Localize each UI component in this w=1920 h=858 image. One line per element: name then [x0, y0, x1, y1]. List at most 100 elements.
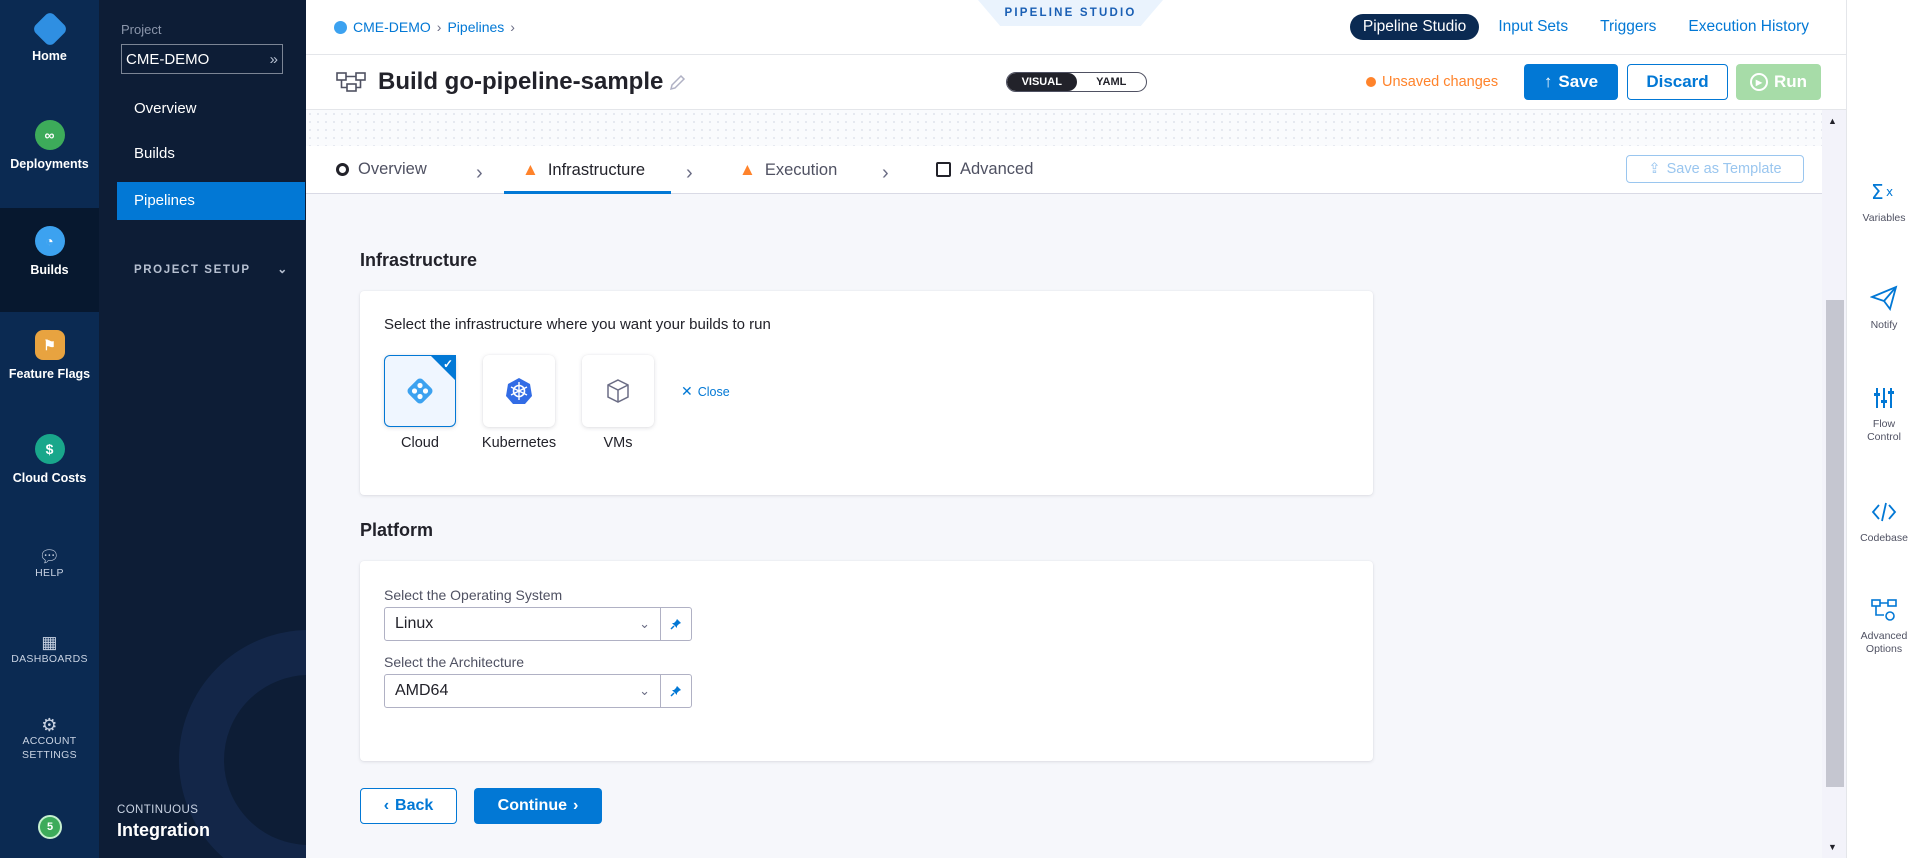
- account-label-2: SETTINGS: [22, 749, 77, 761]
- breadcrumb-project[interactable]: CME-DEMO: [353, 19, 431, 35]
- nav-builds-label: Builds: [30, 263, 69, 277]
- nav-cloud-costs[interactable]: $ Cloud Costs: [0, 434, 99, 504]
- svg-text:Σ: Σ: [1871, 180, 1884, 204]
- play-icon: ▶: [1749, 73, 1768, 91]
- chevron-right-icon: ›: [882, 162, 889, 184]
- scroll-down-arrow-icon[interactable]: ▼: [1828, 842, 1837, 852]
- pipeline-icon: [336, 72, 366, 92]
- kubernetes-icon: [506, 378, 532, 404]
- vertical-scrollbar[interactable]: ▲ ▼: [1822, 110, 1846, 858]
- close-link[interactable]: ✕ Close: [681, 383, 730, 400]
- send-icon: [1870, 285, 1898, 311]
- step-overview[interactable]: Overview: [336, 160, 427, 179]
- variables-button[interactable]: Σx Variables: [1847, 180, 1920, 225]
- flow-label-2: Control: [1867, 431, 1901, 443]
- overview-icon: [336, 163, 349, 176]
- nav-home-label: Home: [32, 49, 67, 63]
- visual-yaml-toggle[interactable]: VISUAL YAML: [1006, 72, 1147, 92]
- warning-icon: ▲: [739, 160, 756, 179]
- project-selector[interactable]: CME-DEMO »: [121, 44, 283, 74]
- infra-label-cloud: Cloud: [401, 435, 439, 451]
- close-icon: ✕: [681, 383, 693, 399]
- tab-input-sets[interactable]: Input Sets: [1485, 14, 1581, 40]
- nav-home[interactable]: Home: [0, 10, 99, 86]
- upload-icon: ⇪: [1648, 161, 1661, 177]
- back-label: Back: [395, 797, 434, 814]
- nav-deployments[interactable]: ∞ Deployments: [0, 120, 99, 190]
- tab-execution-history[interactable]: Execution History: [1675, 14, 1822, 40]
- infrastructure-lead: Select the infrastructure where you want…: [384, 316, 771, 333]
- notification-badge[interactable]: 5: [38, 815, 62, 839]
- scroll-up-arrow-icon[interactable]: ▲: [1828, 116, 1837, 126]
- run-button[interactable]: ▶ Run: [1736, 64, 1821, 100]
- save-button[interactable]: ↑ Save: [1524, 64, 1618, 100]
- top-header: CME-DEMO › Pipelines › PIPELINE STUDIO P…: [306, 0, 1846, 55]
- continue-label: Continue: [497, 797, 567, 814]
- builds-icon: ◔: [34, 226, 65, 256]
- notify-button[interactable]: Notify: [1847, 285, 1920, 332]
- chevron-right-icon: ›: [686, 162, 693, 184]
- chevron-right-icon: ›: [510, 19, 515, 35]
- yaml-option[interactable]: YAML: [1077, 73, 1147, 91]
- nav-help[interactable]: 💬︎ HELP: [0, 547, 99, 580]
- help-label: HELP: [35, 567, 64, 579]
- project-setup-label: PROJECT SETUP: [134, 264, 251, 276]
- warning-dot-icon: [1366, 77, 1376, 87]
- discard-button[interactable]: Discard: [1627, 64, 1728, 100]
- nav-account-settings[interactable]: ⚙ ACCOUNT SETTINGS: [0, 715, 99, 762]
- infra-option-kubernetes[interactable]: [483, 355, 555, 427]
- step-execution[interactable]: ▲ Execution: [739, 160, 837, 180]
- pipeline-studio-tag: PIPELINE STUDIO: [978, 0, 1163, 26]
- stage-steps: Overview › ▲ Infrastructure › ▲ Executio…: [306, 110, 1822, 194]
- platform-card: Select the Operating System Linux ⌄ Sele…: [360, 561, 1373, 761]
- breadcrumb-pipelines[interactable]: Pipelines: [447, 19, 504, 35]
- project-setup-toggle[interactable]: PROJECT SETUP ⌄: [134, 262, 289, 276]
- advanced-options-button[interactable]: Advanced Options: [1847, 598, 1920, 656]
- infra-label-vms: VMs: [603, 435, 633, 451]
- continue-button[interactable]: Continue ›: [474, 788, 602, 824]
- help-icon: 💬︎: [38, 547, 61, 566]
- project-name: CME-DEMO: [126, 50, 210, 68]
- canvas-strip: [306, 110, 1822, 146]
- step-infrastructure[interactable]: ▲ Infrastructure: [522, 160, 645, 180]
- platform-heading: Platform: [360, 520, 434, 540]
- chevron-right-icon: ›: [573, 797, 579, 814]
- codebase-button[interactable]: Codebase: [1847, 500, 1920, 545]
- dashboards-icon: ▦: [41, 633, 58, 652]
- nav-builds[interactable]: ◔ Builds: [0, 208, 99, 312]
- check-icon: ✓: [442, 357, 453, 371]
- step-advanced[interactable]: Advanced: [936, 160, 1033, 179]
- nav-feature-flags-label: Feature Flags: [8, 367, 91, 381]
- pipeline-title-bar: Build go-pipeline-sample VISUAL YAML Uns…: [306, 55, 1846, 110]
- back-button[interactable]: ‹ Back: [360, 788, 457, 824]
- nav-item-pipelines[interactable]: Pipelines: [117, 182, 305, 220]
- flow-control-button[interactable]: Flow Control: [1847, 386, 1920, 444]
- infra-option-vms[interactable]: [582, 355, 654, 427]
- infra-option-cloud[interactable]: ✓: [384, 355, 456, 427]
- gear-icon: ⚙: [41, 715, 58, 735]
- nav-dashboards[interactable]: ▦ DASHBOARDS: [0, 633, 99, 666]
- tab-pipeline-studio[interactable]: Pipeline Studio: [1349, 14, 1480, 40]
- nav-cloud-costs-label: Cloud Costs: [12, 471, 87, 485]
- arch-select[interactable]: AMD64 ⌄: [384, 674, 692, 708]
- cloud-costs-icon: $: [34, 434, 65, 464]
- pin-icon[interactable]: [661, 608, 691, 640]
- os-value: Linux: [395, 615, 434, 632]
- svg-text:x: x: [1886, 185, 1893, 199]
- codebase-label: Codebase: [1860, 532, 1908, 544]
- nav-feature-flags[interactable]: ⚑ Feature Flags: [0, 330, 99, 400]
- pin-icon[interactable]: [661, 675, 691, 707]
- save-template-label: Save as Template: [1666, 161, 1782, 177]
- infrastructure-card: Select the infrastructure where you want…: [360, 291, 1373, 495]
- visual-option[interactable]: VISUAL: [1007, 73, 1077, 91]
- nav-item-builds[interactable]: Builds: [117, 135, 305, 173]
- edit-pencil-icon[interactable]: [668, 72, 688, 92]
- save-as-template-button[interactable]: ⇪ Save as Template: [1626, 155, 1804, 183]
- warning-icon: ▲: [522, 160, 539, 179]
- nav-item-overview[interactable]: Overview: [117, 90, 305, 128]
- tab-triggers[interactable]: Triggers: [1587, 14, 1669, 40]
- module-nav: Home ∞ Deployments ◔ Builds ⚑ Feature Fl…: [0, 0, 99, 858]
- scrollbar-thumb[interactable]: [1826, 300, 1844, 787]
- module-big-label: Integration: [117, 820, 210, 840]
- os-select[interactable]: Linux ⌄: [384, 607, 692, 641]
